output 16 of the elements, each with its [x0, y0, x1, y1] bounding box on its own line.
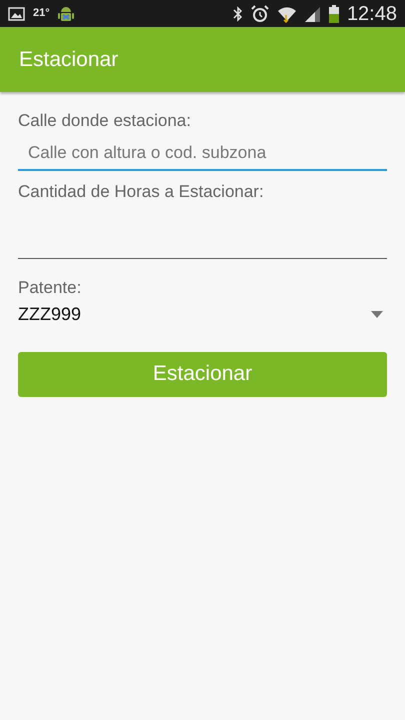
app-bar-title: Estacionar: [19, 46, 118, 73]
signal-icon: [304, 6, 321, 22]
wifi-icon: [276, 4, 297, 22]
alarm-clock-icon: [250, 4, 269, 22]
field-label: Patente:: [18, 277, 82, 299]
android-icon: [58, 4, 74, 22]
license-plate-dropdown[interactable]: ZZZ999: [18, 300, 387, 328]
bluetooth-icon: [232, 6, 243, 22]
clock: 12:48: [346, 2, 397, 26]
battery-icon: [328, 4, 339, 22]
field-label: Cantidad de Horas a Estacionar:: [18, 181, 265, 203]
picture-icon: [8, 6, 25, 20]
field-label: Calle donde estaciona:: [18, 110, 192, 132]
temperature: 21°: [33, 6, 50, 22]
input-field[interactable]: Calle con altura o cod. subzona: [18, 138, 387, 171]
dropdown-arrow-icon: [371, 310, 383, 318]
